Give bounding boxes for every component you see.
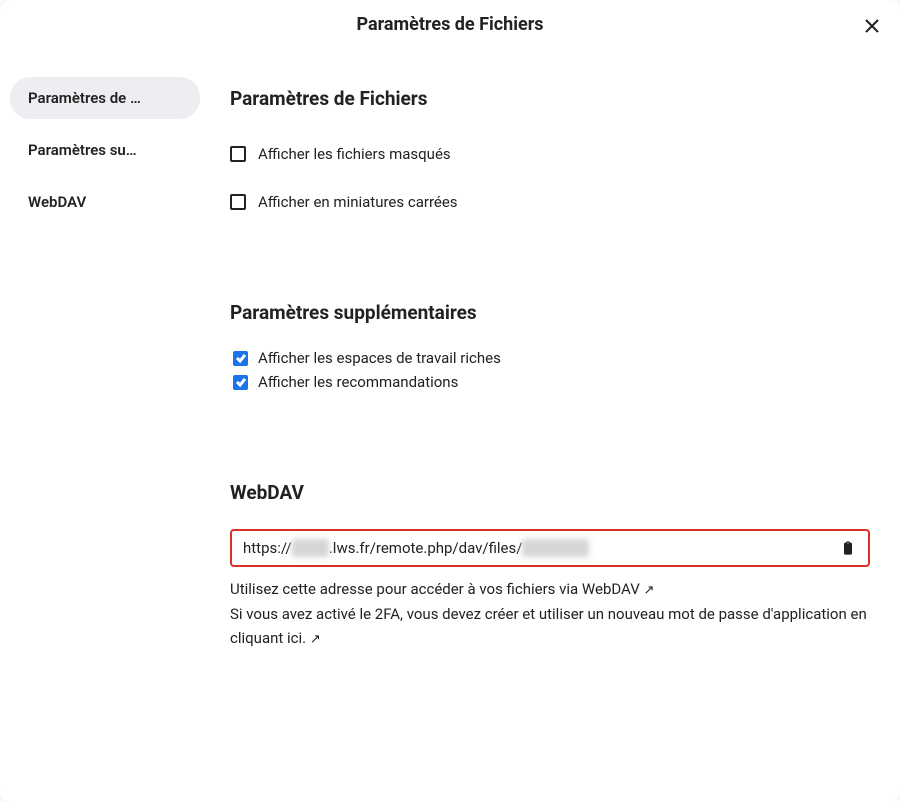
settings-modal: Paramètres de Fichiers Paramètres de … P… — [0, 0, 900, 801]
checkmark-icon — [235, 376, 247, 388]
modal-title: Paramètres de Fichiers — [20, 14, 880, 35]
checkbox-icon — [233, 375, 248, 390]
files-section: Paramètres de Fichiers Afficher les fich… — [230, 87, 870, 211]
webdav-url-text: https://xxxxx.lws.fr/remote.php/dav/file… — [243, 539, 589, 557]
clipboard-icon — [840, 540, 856, 556]
url-prefix: https:// — [243, 539, 292, 557]
webdav-help-link[interactable]: Utilisez cette adresse pour accéder à vo… — [230, 580, 654, 598]
webdav-url-field[interactable]: https://xxxxx.lws.fr/remote.php/dav/file… — [230, 529, 870, 567]
url-user-masked: xxxxxxxxx — [522, 539, 589, 557]
sidebar-item-webdav[interactable]: WebDAV — [10, 181, 200, 223]
checkbox-icon — [233, 351, 248, 366]
modal-header: Paramètres de Fichiers — [0, 0, 900, 47]
checkbox-label: Afficher en miniatures carrées — [258, 193, 458, 211]
external-link-icon: ↗ — [310, 630, 321, 651]
webdav-section: WebDAV https://xxxxx.lws.fr/remote.php/d… — [230, 481, 870, 651]
checkbox-label: Afficher les fichiers masqués — [258, 145, 451, 163]
checkbox-icon — [230, 194, 246, 210]
sidebar-item-additional[interactable]: Paramètres su… — [10, 129, 200, 171]
webdav-help-text: Utilisez cette adresse pour accéder à vo… — [230, 577, 870, 651]
checkmark-icon — [235, 352, 247, 364]
files-section-title: Paramètres de Fichiers — [230, 87, 870, 110]
close-icon — [864, 18, 880, 34]
additional-section-title: Paramètres supplémentaires — [230, 301, 870, 324]
content-area: Paramètres de Fichiers Afficher les fich… — [210, 47, 890, 801]
url-host-masked: xxxxx — [292, 539, 329, 557]
webdav-section-title: WebDAV — [230, 481, 870, 504]
copy-button[interactable] — [838, 538, 858, 558]
checkbox-label: Afficher les espaces de travail riches — [258, 349, 501, 367]
checkbox-show-hidden[interactable]: Afficher les fichiers masqués — [230, 145, 870, 163]
checkbox-rich-workspaces[interactable]: Afficher les espaces de travail riches — [230, 349, 870, 367]
sidebar: Paramètres de … Paramètres su… WebDAV — [10, 47, 210, 801]
url-mid: .lws.fr/remote.php/dav/files/ — [329, 539, 523, 557]
help-2fa-line1: Si vous avez activé le 2FA, vous devez c… — [230, 605, 847, 623]
additional-section: Paramètres supplémentaires Afficher les … — [230, 301, 870, 391]
external-link-icon: ↗ — [644, 581, 655, 602]
checkbox-label: Afficher les recommandations — [258, 373, 458, 391]
checkbox-square-thumbnails[interactable]: Afficher en miniatures carrées — [230, 193, 870, 211]
sidebar-item-files[interactable]: Paramètres de … — [10, 77, 200, 119]
modal-body: Paramètres de … Paramètres su… WebDAV Pa… — [0, 47, 900, 801]
checkbox-icon — [230, 146, 246, 162]
checkbox-recommendations[interactable]: Afficher les recommandations — [230, 373, 870, 391]
close-button[interactable] — [860, 14, 884, 38]
